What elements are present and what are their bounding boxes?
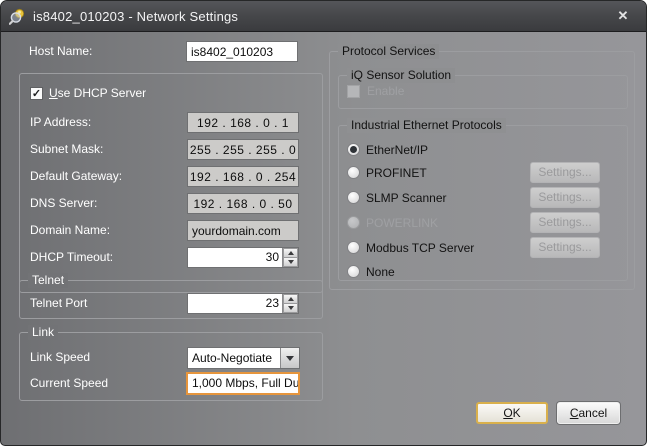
default-gateway-field[interactable]: 192 . 168 . 0 . 254 [187,166,299,187]
dhcp-timeout-label: DHCP Timeout: [30,247,113,268]
link-group: Link Link Speed Auto-Negotiate Current S… [19,332,323,401]
radio-profinet-label: PROFINET [366,166,427,180]
radio-powerlink-label: POWERLINK [366,216,438,230]
close-button[interactable]: ✕ [613,6,633,26]
link-speed-label: Link Speed [30,347,90,368]
protocol-services-caption: Protocol Services [338,44,439,59]
current-speed-value: 1,000 Mbps, Full Dup [188,374,298,393]
default-gateway-value: 192 . 168 . 0 . 254 [190,170,296,184]
radio-modbus-tcp[interactable] [347,241,360,254]
app-icon [9,8,26,25]
telnet-group: Telnet Telnet Port 23 [19,280,323,319]
host-name-value: is8402_010203 [187,42,297,62]
link-caption: Link [28,325,58,340]
dhcp-group: ✓ Use DHCP Server IP Address: 192 . 168 … [19,73,323,293]
radio-none-label: None [366,265,395,279]
dhcp-timeout-input[interactable]: 30 [187,247,299,268]
current-speed-label: Current Speed [30,373,108,394]
radio-none[interactable] [347,265,360,278]
powerlink-settings-button[interactable]: Settings... [530,212,600,233]
iq-enable-checkbox[interactable] [347,85,360,98]
ip-address-value: 192 . 168 . 0 . 1 [197,116,289,130]
dns-server-label: DNS Server: [30,193,97,214]
radio-modbus-tcp-label: Modbus TCP Server [366,241,474,255]
subnet-mask-field[interactable]: 255 . 255 . 255 . 0 [187,139,299,160]
spin-up-icon[interactable] [283,248,298,257]
subnet-mask-label: Subnet Mask: [30,139,103,160]
dropdown-arrow-icon[interactable] [280,348,299,368]
dhcp-timeout-value: 30 [188,248,282,267]
radio-ethernet-ip-label: EtherNet/IP [366,143,428,157]
radio-ethernet-ip[interactable] [347,143,360,156]
industrial-protocols-group: Industrial Ethernet Protocols EtherNet/I… [338,125,628,281]
ok-button[interactable]: OK [476,402,548,424]
spin-down-icon[interactable] [283,257,298,267]
link-speed-dropdown[interactable]: Auto-Negotiate [187,347,300,369]
default-gateway-label: Default Gateway: [30,166,122,187]
telnet-caption: Telnet [28,273,68,288]
telnet-port-input[interactable]: 23 [187,293,299,314]
protocol-services-group: Protocol Services iQ Sensor Solution Ena… [329,51,635,290]
dns-server-value: 192 . 168 . 0 . 50 [193,197,292,211]
use-dhcp-checkbox[interactable]: ✓ [30,87,43,100]
profinet-settings-button[interactable]: Settings... [530,162,600,183]
subnet-mask-value: 255 . 255 . 255 . 0 [190,143,296,157]
radio-powerlink[interactable] [347,216,360,229]
link-speed-value: Auto-Negotiate [188,348,280,368]
host-name-label: Host Name: [29,41,92,62]
ip-address-label: IP Address: [30,112,91,133]
spin-up-icon[interactable] [283,294,298,303]
domain-name-value: yourdomain.com [188,221,298,241]
network-settings-dialog: is8402_010203 - Network Settings ✕ Host … [0,0,647,446]
window-title: is8402_010203 - Network Settings [33,9,238,24]
iq-enable-label: Enable [367,81,404,102]
cancel-button[interactable]: Cancel [557,402,620,424]
telnet-port-label: Telnet Port [30,293,87,314]
radio-slmp-scanner[interactable] [347,191,360,204]
modbus-settings-button[interactable]: Settings... [530,237,600,258]
dns-server-field[interactable]: 192 . 168 . 0 . 50 [187,193,299,214]
host-name-input[interactable]: is8402_010203 [186,41,298,62]
current-speed-field[interactable]: 1,000 Mbps, Full Dup [186,372,300,395]
use-dhcp-label: Use DHCP Server [49,83,146,104]
dhcp-timeout-spinner [282,248,298,267]
slmp-settings-button[interactable]: Settings... [530,187,600,208]
radio-profinet[interactable] [347,166,360,179]
telnet-port-spinner [282,294,298,313]
domain-name-label: Domain Name: [30,220,110,241]
title-bar: is8402_010203 - Network Settings ✕ [1,1,646,32]
radio-slmp-scanner-label: SLMP Scanner [366,191,447,205]
spin-down-icon[interactable] [283,303,298,313]
ip-address-field[interactable]: 192 . 168 . 0 . 1 [187,112,299,133]
industrial-protocols-caption: Industrial Ethernet Protocols [347,118,506,133]
telnet-port-value: 23 [188,294,282,313]
iq-sensor-group: iQ Sensor Solution Enable [338,75,628,109]
domain-name-field[interactable]: yourdomain.com [187,220,299,241]
